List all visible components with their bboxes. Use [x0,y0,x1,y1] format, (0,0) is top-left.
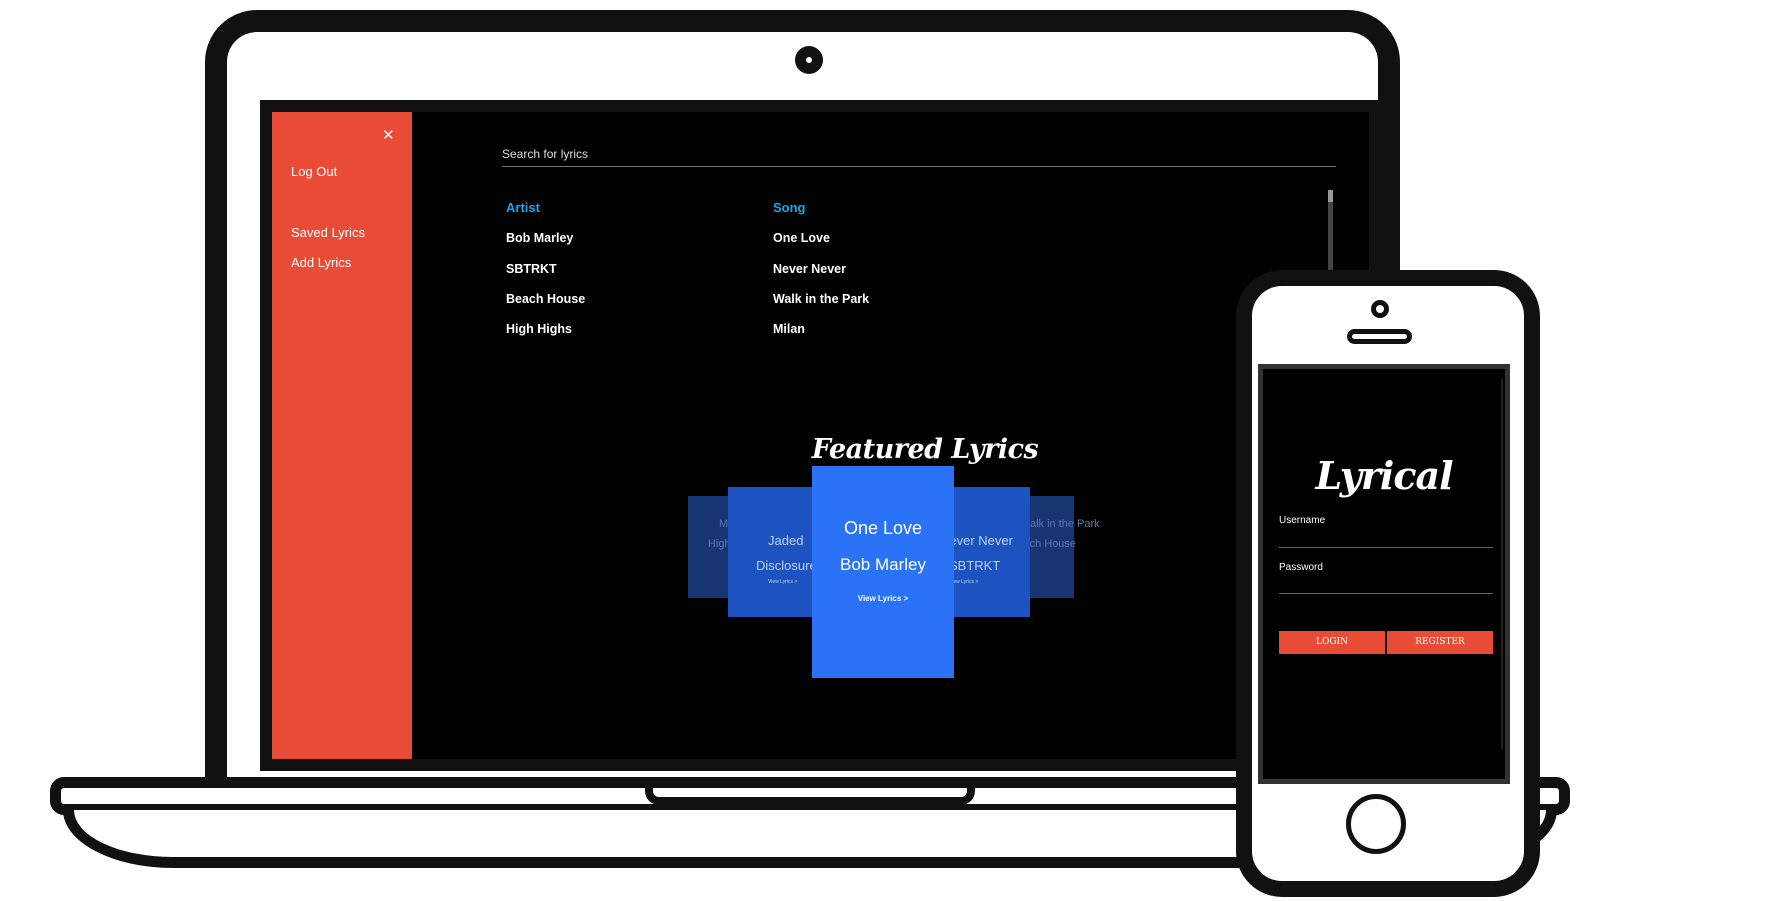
phone-speaker [1347,329,1412,344]
view-lyrics-link[interactable]: View Lyrics > [812,594,954,603]
artist-cell[interactable]: High Highs [506,322,572,336]
phone-camera [1371,300,1389,318]
sidebar-item-add-lyrics[interactable]: Add Lyrics [291,255,351,270]
featured-card-left-1[interactable]: Jaded Disclosure View Lyrics > [728,487,817,617]
username-underline [1279,547,1493,548]
laptop-camera [795,46,823,74]
password-label: Password [1279,562,1323,573]
username-input[interactable] [1279,529,1493,547]
laptop-hinge [645,783,975,805]
song-cell[interactable]: Milan [773,322,805,336]
register-button[interactable]: REGISTER [1387,631,1493,654]
password-underline [1279,593,1493,594]
phone-screen: Lyrical Username Password LOGIN REGISTER [1258,364,1510,784]
artist-cell[interactable]: Bob Marley [506,231,573,245]
sidebar-item-saved-lyrics[interactable]: Saved Lyrics [291,225,365,240]
artist-cell[interactable]: Beach House [506,292,585,306]
login-button[interactable]: LOGIN [1279,631,1385,654]
username-label: Username [1279,515,1326,526]
column-header-artist: Artist [506,200,540,215]
card-song: One Love [843,518,923,538]
sidebar-item-log-out[interactable]: Log Out [291,164,337,179]
card-song: Walk in the Park [1020,518,1100,530]
featured-title: Featured Lyrics [811,434,1039,465]
password-input[interactable] [1279,575,1493,593]
featured-card-right-1[interactable]: Never Never SBTRKT View Lyrics > [940,487,1030,617]
view-lyrics-link[interactable]: View Lyrics > [768,579,797,585]
card-artist: Disclosure [756,558,817,573]
main-content: Artist Song Bob Marley One Love SBTRKT N… [412,112,1369,759]
phone-home-button [1346,794,1406,854]
app-logo: Lyrical [1315,453,1453,498]
card-song: Jaded [768,533,804,548]
sidebar: ✕ Log Out Saved Lyrics Add Lyrics [272,112,412,759]
song-cell[interactable]: Walk in the Park [773,292,869,306]
artist-cell[interactable]: SBTRKT [506,262,557,276]
featured-card-main[interactable]: One Love Bob Marley View Lyrics > [812,466,954,678]
card-artist: Bob Marley [840,555,926,574]
phone-scrollbar [1501,379,1503,749]
song-cell[interactable]: Never Never [773,262,846,276]
column-header-song: Song [773,200,806,215]
laptop-screen: ✕ Log Out Saved Lyrics Add Lyrics Artist… [260,100,1381,771]
close-icon[interactable]: ✕ [382,126,395,144]
song-cell[interactable]: One Love [773,231,830,245]
card-artist: SBTRKT [949,558,1001,573]
search-input[interactable] [502,142,1336,167]
